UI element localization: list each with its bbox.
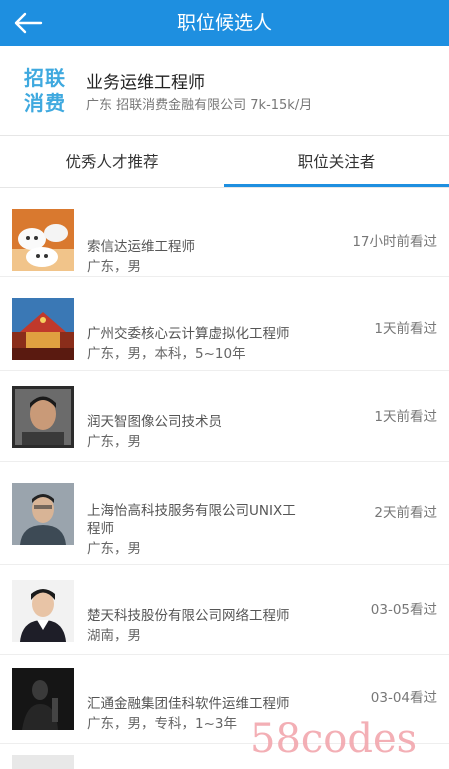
candidate-name: 上海怡高科技服务有限公司UNIX工 (87, 503, 296, 519)
avatar (12, 298, 74, 360)
tab-position-followers[interactable]: 职位关注者 (224, 136, 449, 188)
candidate-info: 广东，男 (87, 259, 141, 275)
list-item[interactable]: 索信达运维工程师 广东，男 17小时前看过 (0, 189, 449, 277)
viewed-time: 17小时前看过 (352, 234, 437, 250)
viewed-time: 1天前看过 (374, 409, 437, 425)
candidate-info: 广东，男，本科，5~10年 (87, 346, 246, 362)
job-header[interactable]: 招联 消费 业务运维工程师 广东 招联消费金融有限公司 7k-15k/月 (0, 46, 449, 136)
company-logo-line2: 消费 (24, 91, 66, 115)
list-item[interactable]: 上海怡高科技服务有限公司UNIX工 程师 广东，男 2天前看过 (0, 463, 449, 565)
list-item[interactable]: 广州交委核心云计算虚拟化工程师 广东，男，本科，5~10年 1天前看过 (0, 278, 449, 371)
list-item[interactable]: 润天智图像公司技术员 广东，男 1天前看过 (0, 372, 449, 462)
job-meta: 广东 招联消费金融有限公司 7k-15k/月 (86, 98, 313, 113)
top-bar: 职位候选人 (0, 0, 449, 46)
candidate-name: 楚天科技股份有限公司网络工程师 (87, 608, 290, 624)
viewed-time: 03-04看过 (370, 690, 437, 706)
candidate-info: 广东，男 (87, 434, 141, 450)
candidate-name: 汇通金融集团佳科软件运维工程师 (87, 696, 290, 712)
watermark: 58codes (250, 716, 418, 762)
candidate-name: 润天智图像公司技术员 (87, 414, 222, 430)
company-logo: 招联 消费 (20, 64, 70, 118)
avatar (12, 755, 74, 769)
candidate-name: 索信达运维工程师 (87, 239, 195, 255)
active-tab-indicator (224, 184, 449, 187)
avatar (12, 668, 74, 730)
candidate-info: 广东，男，专科，1~3年 (87, 716, 237, 732)
page-title: 职位候选人 (176, 12, 272, 34)
list-item[interactable]: 楚天科技股份有限公司网络工程师 湖南，男 03-05看过 (0, 566, 449, 655)
viewed-time: 03-05看过 (370, 602, 437, 618)
candidate-info: 广东，男 (87, 541, 141, 557)
viewed-time: 1天前看过 (374, 321, 437, 337)
avatar (12, 386, 74, 448)
avatar (12, 483, 74, 545)
viewed-time: 2天前看过 (374, 505, 437, 521)
avatar (12, 580, 74, 642)
tab-recommended-talent[interactable]: 优秀人才推荐 (0, 136, 224, 188)
candidate-info: 湖南，男 (87, 628, 141, 644)
job-title: 业务运维工程师 (86, 73, 205, 93)
candidate-name: 广州交委核心云计算虚拟化工程师 (87, 326, 290, 342)
avatar (12, 209, 74, 271)
candidate-name-line2: 程师 (87, 521, 114, 537)
tab-bar: 优秀人才推荐 职位关注者 (0, 136, 449, 188)
company-logo-line1: 招联 (24, 66, 66, 90)
